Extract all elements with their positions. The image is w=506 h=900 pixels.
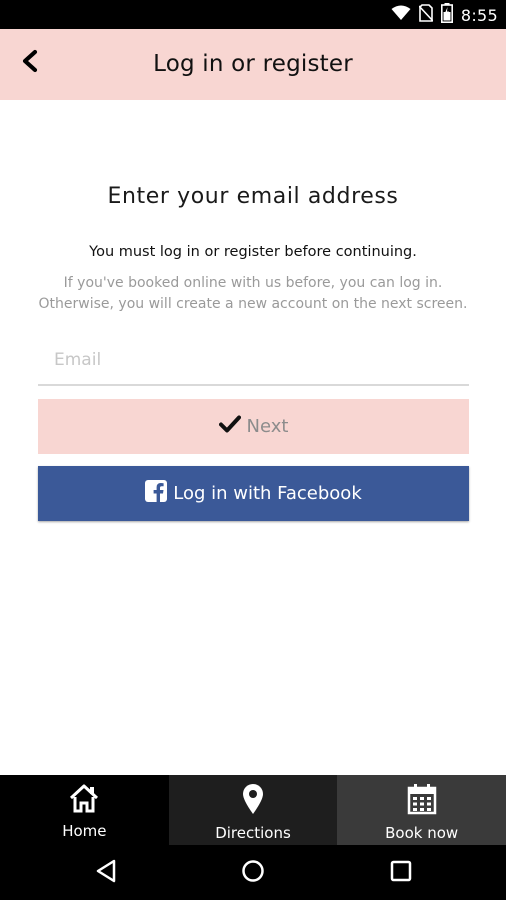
nav-label-home: Home [62,822,107,840]
nav-label-directions: Directions [215,824,291,842]
home-icon [68,783,100,818]
must-login-text: You must log in or register before conti… [89,244,417,260]
status-bar: 8:55 [0,0,506,29]
next-button[interactable]: Next [38,399,469,454]
system-recents-button[interactable] [385,857,417,889]
checkmark-icon [218,415,241,438]
next-button-label: Next [246,416,289,437]
back-triangle-icon [95,859,117,888]
status-icons: 8:55 [391,2,498,28]
nav-item-home[interactable]: Home [0,775,169,845]
page-title: Log in or register [153,51,353,77]
facebook-icon [145,480,168,507]
email-field[interactable] [38,336,469,386]
status-time: 8:55 [460,5,498,25]
nav-label-book-now: Book now [385,824,459,842]
wifi-icon [391,5,411,26]
system-home-button[interactable] [237,857,269,889]
nav-item-book-now[interactable]: Book now [337,775,506,845]
no-sim-icon [418,3,434,27]
calendar-icon [407,783,437,820]
home-circle-icon [241,859,265,888]
bottom-nav: Home Directions Book now [0,775,506,845]
nav-item-directions[interactable]: Directions [168,775,338,845]
system-back-button[interactable] [90,857,122,889]
facebook-button-label: Log in with Facebook [173,483,362,504]
map-pin-icon [241,783,265,820]
battery-icon [440,2,453,28]
system-nav-bar [0,845,506,900]
app-bar: Log in or register [0,29,506,100]
info-text: If you've booked online with us before, … [38,275,468,312]
recents-square-icon [390,860,412,887]
form-heading: Enter your email address [107,184,399,209]
facebook-login-button[interactable]: Log in with Facebook [38,466,469,521]
